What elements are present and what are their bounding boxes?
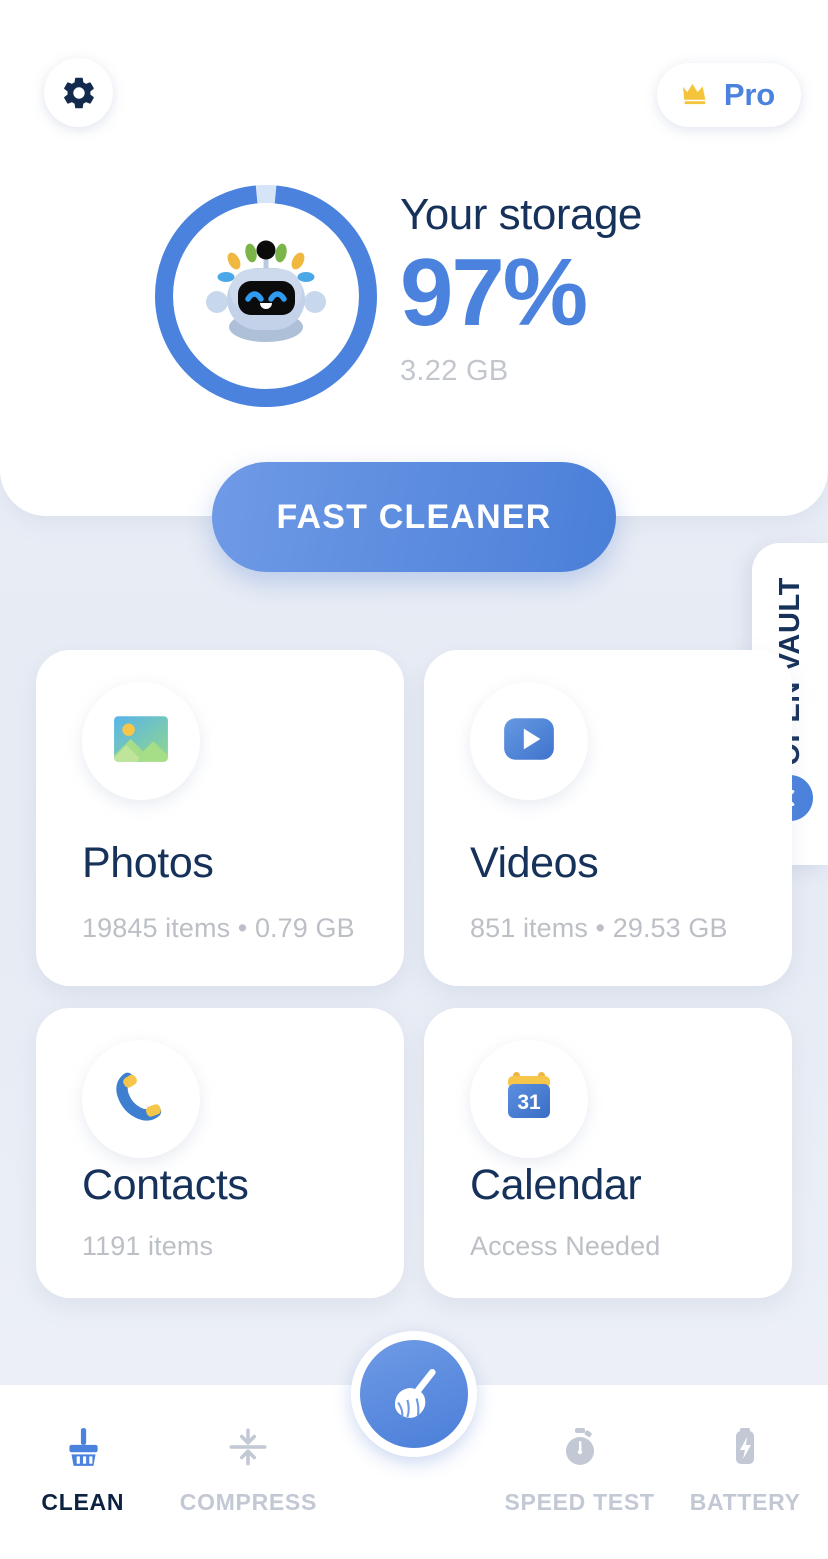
- settings-button[interactable]: [44, 58, 113, 127]
- category-subtitle: 851 items • 29.53 GB: [470, 913, 728, 943]
- category-card-calendar[interactable]: 31 Calendar Access Needed: [424, 1008, 792, 1298]
- storage-ring: [150, 180, 382, 412]
- category-card-photos[interactable]: Photos 19845 items • 0.79 GB: [36, 650, 404, 986]
- compress-arrows-icon: [225, 1423, 271, 1471]
- category-card-contacts[interactable]: Contacts 1191 items: [36, 1008, 404, 1298]
- category-title: Photos: [82, 839, 214, 887]
- broom-icon: [381, 1359, 447, 1430]
- robot-mascot-icon: [206, 240, 326, 342]
- video-icon-container: [470, 682, 588, 800]
- category-grid: Photos 19845 items • 0.79 GB Videos 851: [36, 650, 792, 1298]
- nav-item-battery[interactable]: BATTERY: [662, 1423, 828, 1516]
- category-card-videos[interactable]: Videos 851 items • 29.53 GB: [424, 650, 792, 986]
- phone-icon: [112, 1068, 170, 1131]
- pro-upgrade-button[interactable]: Pro: [656, 63, 801, 127]
- category-subtitle: Access Needed: [470, 1231, 661, 1261]
- category-title: Videos: [470, 839, 599, 887]
- gear-icon: [60, 74, 98, 112]
- nav-item-speed-test[interactable]: SPEED TEST: [497, 1423, 663, 1516]
- header-card: Pro Your storage 97% 3.22 GB: [0, 0, 828, 516]
- video-play-icon: [500, 710, 558, 773]
- nav-item-compress[interactable]: COMPRESS: [166, 1423, 332, 1516]
- category-title: Calendar: [470, 1161, 642, 1209]
- photo-icon-container: [82, 682, 200, 800]
- fab-clean-button[interactable]: [351, 1331, 477, 1457]
- category-subtitle: 19845 items • 0.79 GB: [82, 913, 355, 943]
- nav-label-clean: CLEAN: [41, 1489, 125, 1515]
- calendar-icon-container: 31: [470, 1040, 588, 1158]
- phone-icon-container: [82, 1040, 200, 1158]
- crown-icon: [679, 80, 713, 111]
- category-title: Contacts: [82, 1161, 249, 1209]
- battery-bolt-icon: [723, 1423, 767, 1471]
- storage-size: 3.22 GB: [400, 354, 509, 387]
- nav-label-battery: BATTERY: [689, 1489, 801, 1515]
- calendar-icon: 31: [501, 1068, 557, 1131]
- nav-label-compress: COMPRESS: [179, 1489, 317, 1515]
- storage-title: Your storage: [400, 190, 642, 239]
- photo-icon: [112, 710, 170, 773]
- pro-label: Pro: [723, 77, 775, 112]
- broom-icon: [60, 1423, 106, 1471]
- fast-cleaner-button[interactable]: FAST CLEANER: [212, 462, 616, 572]
- calendar-day: 31: [517, 1091, 541, 1114]
- storage-percent: 97%: [400, 239, 588, 347]
- nav-label-speed-test: SPEED TEST: [504, 1489, 655, 1515]
- storage-summary: Your storage 97% 3.22 GB: [400, 190, 800, 388]
- nav-item-clean[interactable]: CLEAN: [0, 1423, 166, 1516]
- stopwatch-icon: [558, 1423, 602, 1471]
- category-subtitle: 1191 items: [82, 1231, 214, 1261]
